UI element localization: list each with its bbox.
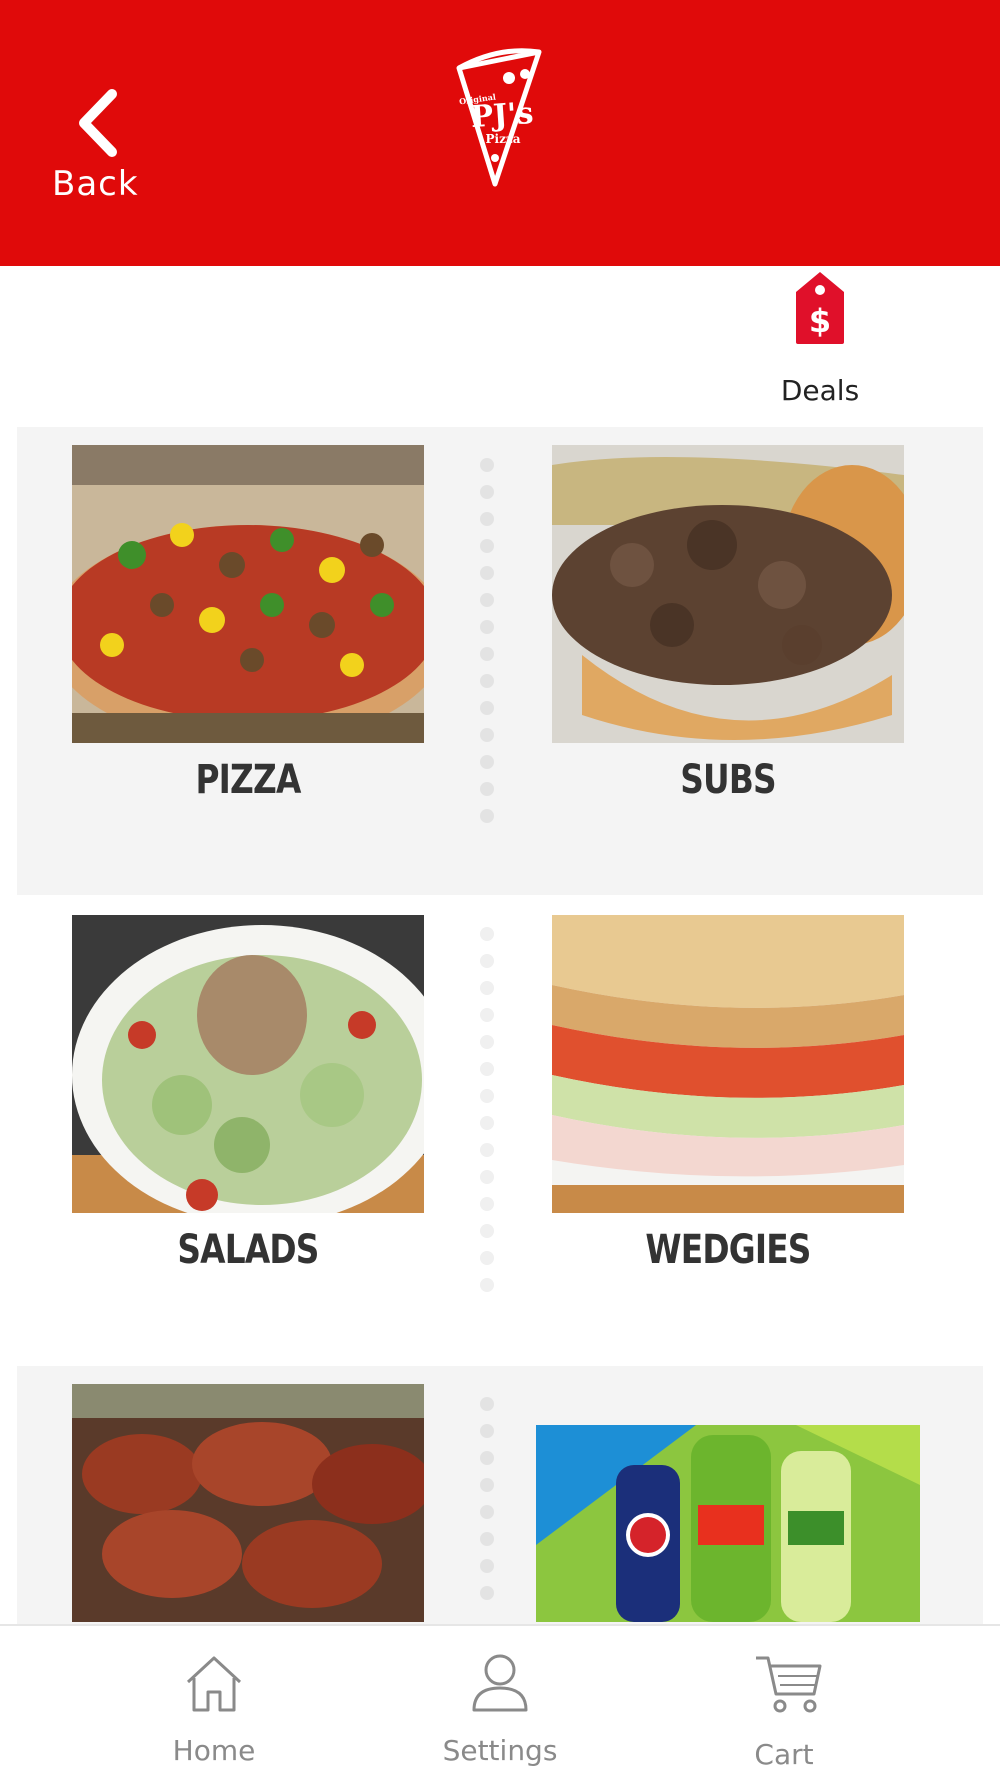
category-tile-6[interactable] (536, 1425, 920, 1622)
category-tile-wedgies[interactable]: WEDGIES (552, 915, 904, 1273)
wedgies-image (552, 915, 904, 1213)
nav-settings-label: Settings (442, 1734, 558, 1767)
deals-label: Deals (780, 374, 860, 407)
category-tile-5[interactable] (72, 1384, 424, 1622)
deals-button[interactable]: $ Deals (770, 270, 870, 410)
subs-image (552, 445, 904, 743)
back-button[interactable]: Back (48, 80, 148, 210)
category-tile-subs[interactable]: SUBS (552, 445, 904, 803)
brand-logo: Original PJ's Pizza (455, 48, 545, 188)
nav-home-label: Home (172, 1734, 256, 1767)
bottom-navigation: Home Settings Cart (0, 1624, 1000, 1780)
nav-settings[interactable]: Settings (400, 1626, 600, 1780)
price-tag-dollar-icon: $ (796, 272, 844, 344)
nav-cart-label: Cart (754, 1738, 814, 1771)
svg-text:$: $ (809, 302, 831, 340)
back-label: Back (52, 164, 139, 204)
drinks-image (536, 1425, 920, 1622)
category-label: SALADS (177, 1227, 319, 1273)
chevron-left-icon (79, 89, 117, 157)
category-label: SUBS (680, 757, 776, 803)
wings-image (72, 1384, 424, 1622)
cart-icon (756, 1656, 822, 1713)
category-tile-salads[interactable]: SALADS (72, 915, 424, 1273)
category-label: PIZZA (195, 757, 301, 803)
logo-subtitle: Pizza (485, 132, 521, 146)
home-icon (186, 1656, 242, 1712)
salads-image (72, 915, 424, 1213)
app-header: Back Original PJ's Pizza (0, 0, 1000, 266)
category-tile-pizza[interactable]: PIZZA (72, 445, 424, 803)
row-divider (480, 458, 494, 836)
logo-wordmark: PJ's (469, 95, 535, 136)
user-icon (472, 1654, 528, 1712)
row-divider (480, 927, 494, 1305)
category-label: WEDGIES (645, 1227, 811, 1273)
nav-home[interactable]: Home (114, 1626, 314, 1780)
row-divider (480, 1397, 494, 1613)
pizza-image (72, 445, 424, 743)
nav-cart[interactable]: Cart (684, 1626, 884, 1780)
